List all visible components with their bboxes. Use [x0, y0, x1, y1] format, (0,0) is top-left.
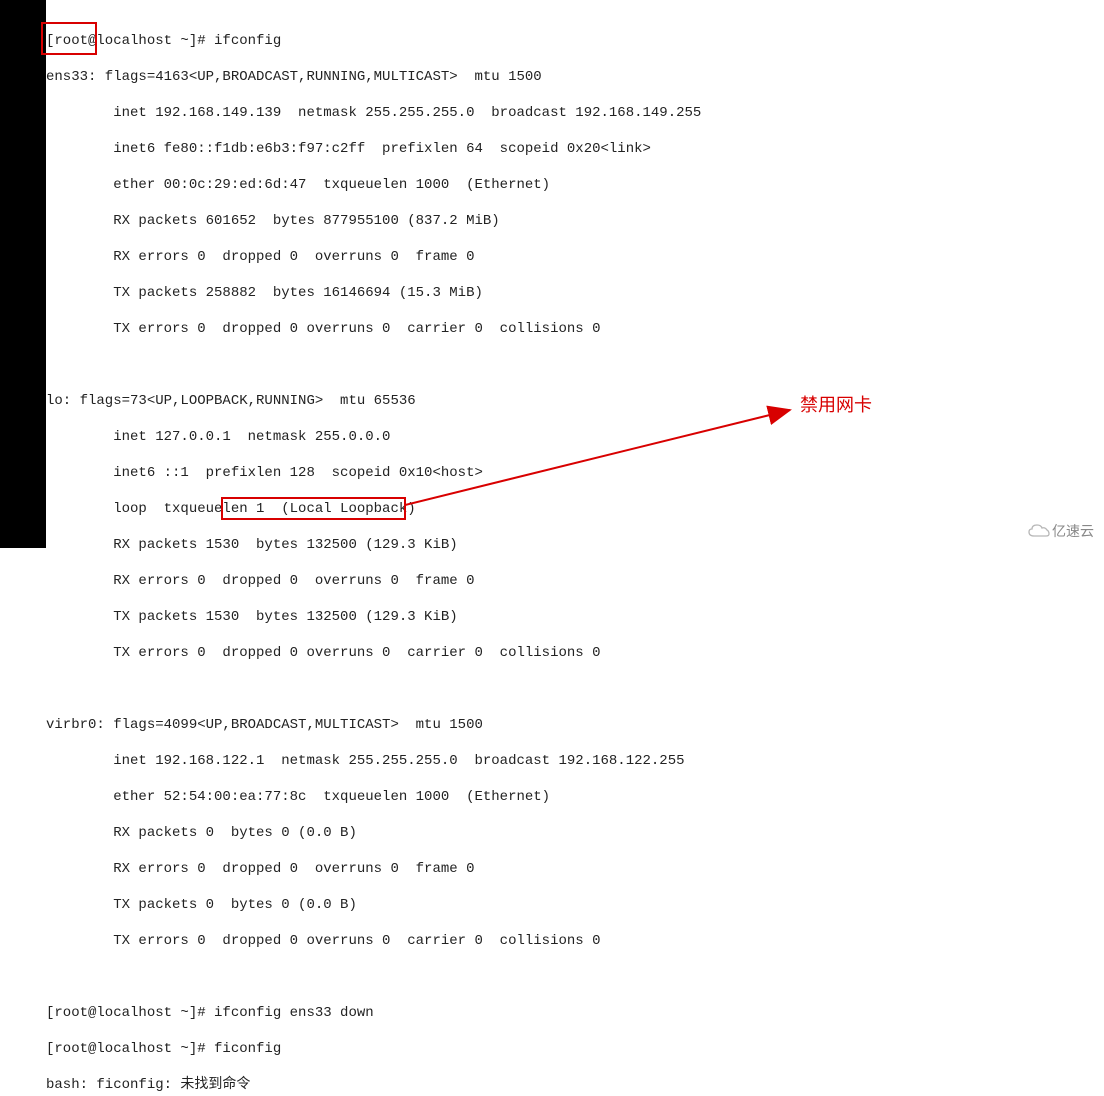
iface-ens33-txe: TX errors 0 dropped 0 overruns 0 carrier…: [46, 320, 701, 338]
iface-lo-txp: TX packets 1530 bytes 132500 (129.3 KiB): [46, 608, 701, 626]
iface-ens33-rxp: RX packets 601652 bytes 877955100 (837.2…: [46, 212, 701, 230]
iface-lo-txe: TX errors 0 dropped 0 overruns 0 carrier…: [46, 644, 701, 662]
iface-ens33-ether: ether 00:0c:29:ed:6d:47 txqueuelen 1000 …: [46, 176, 701, 194]
annotation-text: 禁用网卡: [800, 396, 872, 414]
iface-lo-rxp: RX packets 1530 bytes 132500 (129.3 KiB): [46, 536, 701, 554]
iface-lo-loop: loop txqueuelen 1 (Local Loopback): [46, 500, 701, 518]
prompt-line: [root@localhost ~]# ifconfig ens33 down: [46, 1004, 701, 1022]
iface-ens33-header: ens33: flags=4163<UP,BROADCAST,RUNNING,M…: [46, 68, 701, 86]
watermark: 亿速云: [1028, 522, 1094, 540]
iface-ens33-rxe: RX errors 0 dropped 0 overruns 0 frame 0: [46, 248, 701, 266]
iface-ens33-inet6: inet6 fe80::f1db:e6b3:f97:c2ff prefixlen…: [46, 140, 701, 158]
iface-lo-rxe: RX errors 0 dropped 0 overruns 0 frame 0: [46, 572, 701, 590]
iface-virbr0-inet: inet 192.168.122.1 netmask 255.255.255.0…: [46, 752, 701, 770]
blank-line: [46, 968, 701, 986]
prompt-line: [root@localhost ~]# ifconfig: [46, 32, 701, 50]
sidebar-black: [0, 0, 46, 548]
iface-lo-inet6: inet6 ::1 prefixlen 128 scopeid 0x10<hos…: [46, 464, 701, 482]
iface-lo-inet: inet 127.0.0.1 netmask 255.0.0.0: [46, 428, 701, 446]
watermark-text: 亿速云: [1052, 522, 1094, 540]
iface-virbr0-txe: TX errors 0 dropped 0 overruns 0 carrier…: [46, 932, 701, 950]
iface-virbr0-ether: ether 52:54:00:ea:77:8c txqueuelen 1000 …: [46, 788, 701, 806]
iface-lo-header: lo: flags=73<UP,LOOPBACK,RUNNING> mtu 65…: [46, 392, 701, 410]
iface-ens33-inet: inet 192.168.149.139 netmask 255.255.255…: [46, 104, 701, 122]
iface-virbr0-txp: TX packets 0 bytes 0 (0.0 B): [46, 896, 701, 914]
blank-line: [46, 356, 701, 374]
iface-virbr0-rxe: RX errors 0 dropped 0 overruns 0 frame 0: [46, 860, 701, 878]
iface-virbr0-header: virbr0: flags=4099<UP,BROADCAST,MULTICAS…: [46, 716, 701, 734]
terminal-output[interactable]: [root@localhost ~]# ifconfig ens33: flag…: [46, 14, 701, 1096]
blank-line: [46, 680, 701, 698]
iface-ens33-txp: TX packets 258882 bytes 16146694 (15.3 M…: [46, 284, 701, 302]
cloud-icon: [1028, 523, 1050, 539]
error-line: bash: ficonfig: 未找到命令: [46, 1076, 701, 1094]
iface-virbr0-rxp: RX packets 0 bytes 0 (0.0 B): [46, 824, 701, 842]
prompt-line: [root@localhost ~]# ficonfig: [46, 1040, 701, 1058]
